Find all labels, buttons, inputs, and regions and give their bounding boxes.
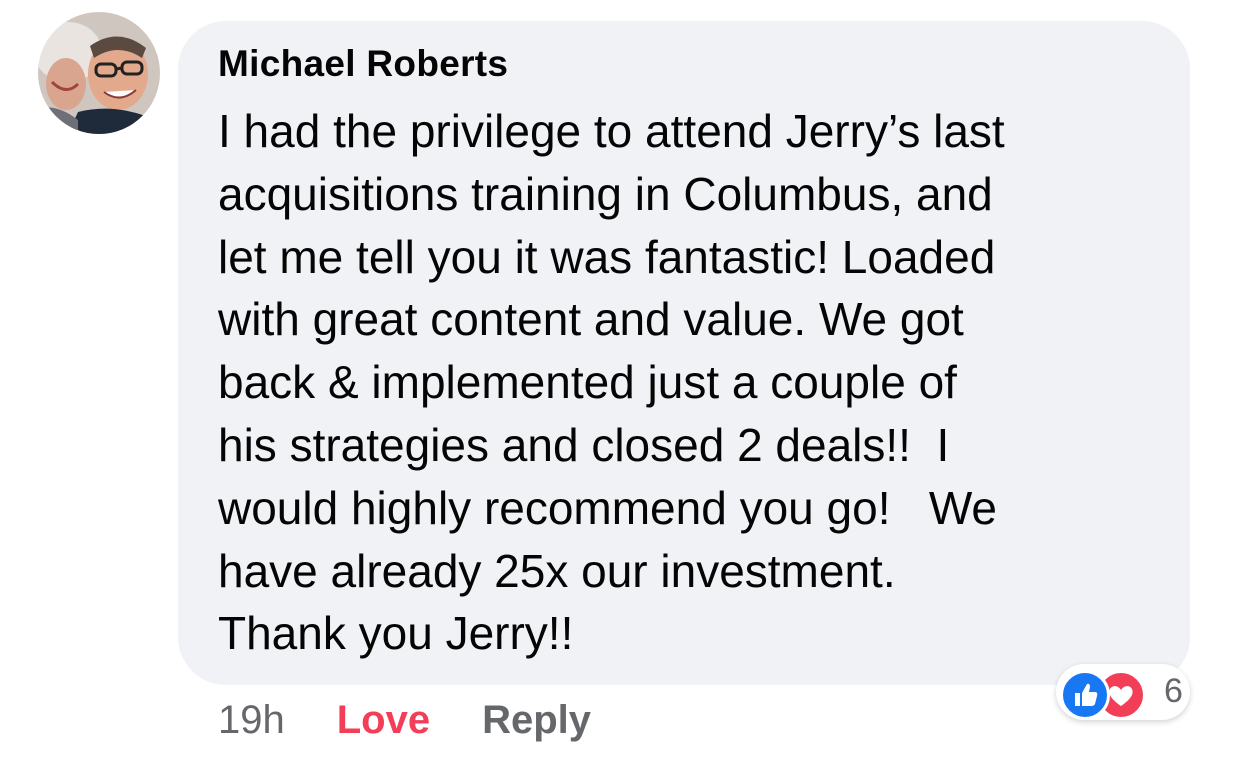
comment-row: Michael Roberts I had the privilege to a… bbox=[0, 0, 1242, 768]
comment-text-line: I had the privilege to attend Jerry’s la… bbox=[218, 105, 1005, 157]
comment-text-line: let me tell you it was fantastic! Loaded bbox=[218, 230, 996, 283]
comment-text-line: Thank you Jerry!! bbox=[218, 607, 574, 660]
comment-actions: 19h Love Reply bbox=[218, 692, 591, 748]
comment-text-line: have already 25x our investment. bbox=[218, 544, 896, 597]
comment-author[interactable]: Michael Roberts bbox=[218, 43, 508, 85]
comment-text-line: with great content and value. We got bbox=[218, 293, 964, 346]
avatar-photo bbox=[38, 12, 160, 134]
reaction-summary[interactable]: 6 bbox=[1056, 664, 1190, 720]
avatar[interactable] bbox=[38, 12, 160, 134]
reaction-count: 6 bbox=[1164, 672, 1183, 710]
love-button[interactable]: Love bbox=[337, 698, 430, 743]
comment-bubble: Michael Roberts I had the privilege to a… bbox=[178, 21, 1190, 685]
comment-text: I had the privilege to attend Jerry’s la… bbox=[218, 100, 1005, 665]
comment-text-line: acquisitions training in Columbus, and bbox=[218, 167, 993, 220]
reply-button[interactable]: Reply bbox=[482, 698, 591, 743]
comment-text-line: would highly recommend you go! We bbox=[218, 481, 997, 534]
like-icon bbox=[1060, 670, 1110, 720]
comment-text-line: his strategies and closed 2 deals!! I bbox=[218, 418, 950, 471]
comment-text-line: back & implemented just a couple of bbox=[218, 356, 957, 409]
comment-timestamp[interactable]: 19h bbox=[218, 698, 285, 743]
